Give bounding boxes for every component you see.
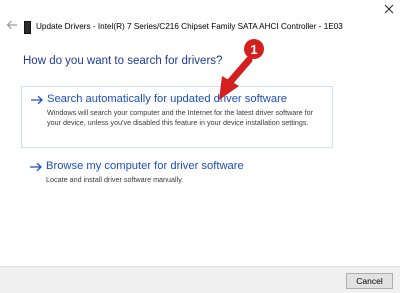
back-arrow-icon[interactable] bbox=[6, 20, 18, 30]
window-title: Update Drivers - Intel(R) 7 Series/C216 … bbox=[36, 22, 343, 31]
search-automatically-option[interactable]: Search automatically for updated driver … bbox=[21, 86, 333, 148]
right-arrow-icon bbox=[30, 162, 42, 172]
browse-computer-option[interactable]: Browse my computer for driver software L… bbox=[21, 156, 333, 190]
close-icon[interactable] bbox=[384, 4, 394, 14]
option-description: Windows will search your computer and th… bbox=[47, 108, 314, 127]
option-description: Locate and install driver software manua… bbox=[46, 175, 184, 184]
option-title: Browse my computer for driver software bbox=[46, 160, 244, 172]
cancel-button[interactable]: Cancel bbox=[346, 273, 393, 289]
right-arrow-icon bbox=[31, 95, 43, 105]
title-bar: Update Drivers - Intel(R) 7 Series/C216 … bbox=[0, 0, 400, 48]
page-heading: How do you want to search for drivers? bbox=[23, 55, 223, 67]
dialog-footer: Cancel bbox=[0, 266, 400, 293]
device-icon bbox=[24, 21, 31, 34]
step-badge: 1 bbox=[244, 39, 264, 59]
option-title: Search automatically for updated driver … bbox=[47, 93, 288, 105]
